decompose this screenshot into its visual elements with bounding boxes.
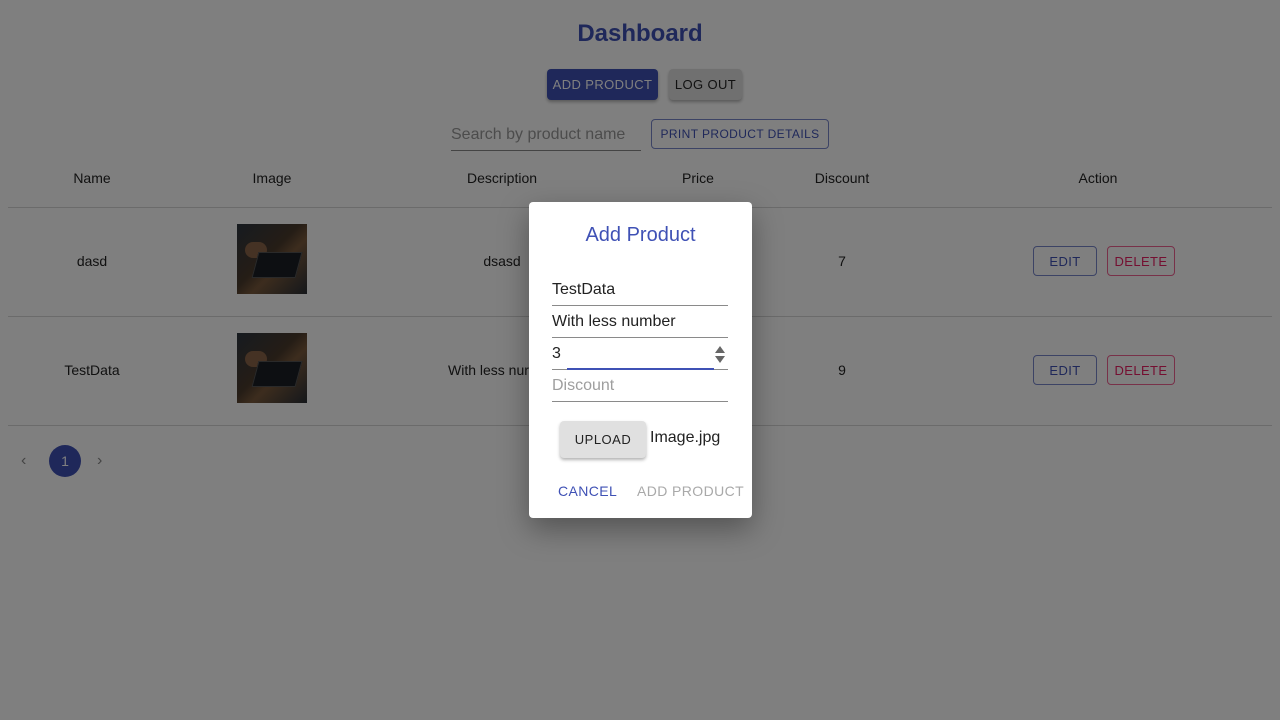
- number-spinner-icon[interactable]: [714, 346, 726, 364]
- upload-button[interactable]: UPLOAD: [560, 421, 646, 458]
- uploaded-file-name: Image.jpg: [650, 429, 721, 446]
- dialog-add-product-button[interactable]: ADD PRODUCT: [637, 483, 744, 499]
- product-price-field[interactable]: 3: [552, 338, 728, 370]
- dialog-title: Add Product: [585, 224, 696, 246]
- product-name-field[interactable]: TestData: [552, 274, 728, 306]
- product-description-field[interactable]: With less number: [552, 306, 728, 338]
- cancel-button[interactable]: CANCEL: [558, 483, 617, 499]
- product-discount-field[interactable]: Discount: [552, 370, 728, 402]
- add-product-dialog: Add Product TestData With less number 3 …: [529, 202, 752, 518]
